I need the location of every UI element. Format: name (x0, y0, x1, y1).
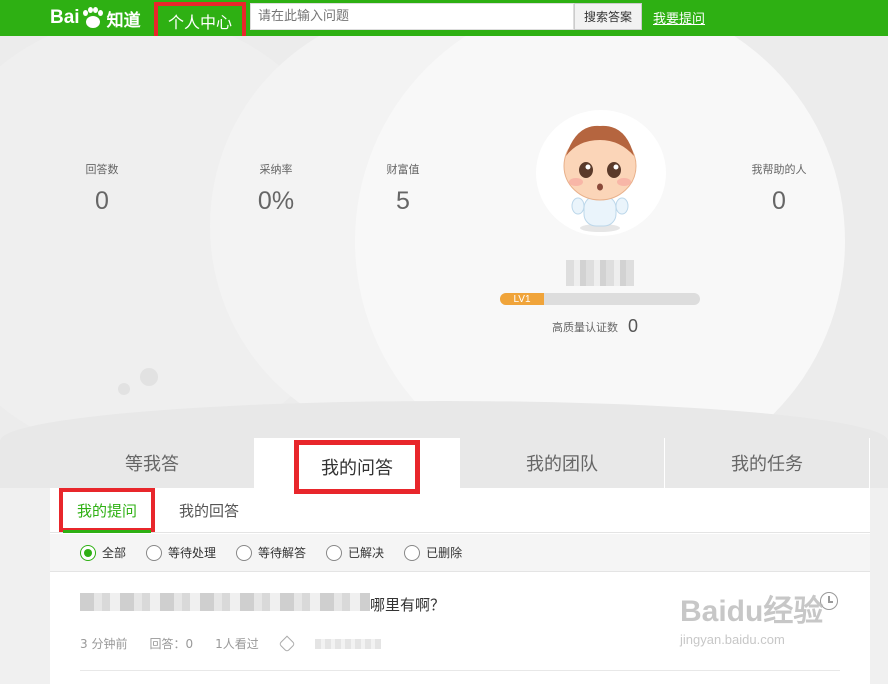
main-panel: 等我答 我的问答 我的团队 我的任务 我的提问 我的回答 全部 等待处理 等待解… (50, 438, 870, 684)
decor-dot (118, 383, 130, 395)
stat-label: 采纳率 (259, 163, 293, 176)
tab-my-team[interactable]: 我的团队 (460, 438, 665, 488)
radio-icon[interactable] (146, 544, 163, 561)
tab-waiting-for-me[interactable]: 等我答 (50, 438, 255, 488)
level-badge: LV1 (500, 293, 544, 305)
sub-tabs: 我的提问 我的回答 (50, 488, 870, 533)
tab-my-tasks[interactable]: 我的任务 (665, 438, 870, 488)
tag-blurred (314, 638, 381, 649)
filter-label: 等待处理 (168, 546, 217, 560)
stat-value: 0% (257, 187, 295, 215)
stat-value: 0 (95, 187, 109, 215)
decor-dot (140, 368, 158, 386)
question-title-blurred[interactable] (80, 593, 370, 611)
stat-value: 5 (396, 187, 410, 215)
logo-product-text: 知道 (106, 10, 141, 30)
profile-banner: 回答数 0 采纳率 0% 财富值 5 我帮助的人 0 LV1 高质量认证数 0 (0, 36, 888, 488)
filter-solved[interactable]: 已解决 (326, 544, 384, 561)
filter-label: 等待解答 (258, 546, 307, 560)
tab-label: 我的团队 (526, 454, 598, 475)
radio-icon[interactable] (404, 544, 421, 561)
logo-bai-text: Bai (50, 7, 80, 28)
stat-answers: 回答数 0 (62, 161, 142, 216)
top-bar: Bai 知道 个人中心 搜索答案 我要提问 (0, 0, 888, 40)
question-time: 3 分钟前 (80, 637, 128, 651)
radio-checked-icon[interactable] (80, 544, 96, 561)
subtab-my-questions[interactable]: 我的提问 (59, 488, 156, 533)
watermark-url: jingyan.baidu.com (680, 632, 785, 647)
cert-value: 0 (628, 316, 639, 336)
tab-label: 我的任务 (731, 454, 803, 475)
watermark-main: Baidu经验 (680, 595, 824, 628)
filter-label: 已删除 (426, 546, 463, 560)
tab-label: 我的问答 (294, 440, 420, 494)
cert-label: 高质量认证数 (552, 320, 618, 334)
paw-icon (82, 7, 104, 29)
stat-value: 0 (772, 187, 786, 215)
username-blurred (566, 260, 634, 286)
level-progress-bar: LV1 (500, 293, 700, 305)
stat-wealth: 财富值 5 (363, 161, 443, 216)
baidu-zhidao-logo[interactable]: Bai 知道 (50, 3, 141, 33)
search-button[interactable]: 搜索答案 (574, 3, 642, 30)
nav-personal-center[interactable]: 个人中心 (154, 2, 246, 40)
radio-icon[interactable] (236, 544, 253, 561)
question-answers: 回答：0 (149, 637, 194, 651)
status-filters: 全部 等待处理 等待解答 已解决 已删除 (50, 534, 870, 572)
question-meta: 3 分钟前 回答：0 1人看过 (80, 635, 403, 652)
tab-label: 等我答 (125, 454, 179, 475)
search-input[interactable] (250, 3, 574, 30)
stat-helped-people: 我帮助的人 0 (739, 161, 819, 216)
watermark: Baidu经验 jingyan.baidu.com (680, 586, 840, 647)
radio-icon[interactable] (326, 544, 343, 561)
avatar[interactable] (536, 110, 666, 236)
filter-pending[interactable]: 等待处理 (146, 544, 216, 561)
stat-label: 回答数 (85, 163, 119, 176)
tab-my-qa[interactable]: 我的问答 (255, 438, 460, 494)
stat-adoption-rate: 采纳率 0% (236, 161, 316, 216)
baby-avatar-icon (563, 125, 637, 232)
filter-all[interactable]: 全部 (80, 544, 126, 561)
tag-icon (278, 635, 296, 652)
filter-label: 已解决 (348, 546, 385, 560)
filter-awaiting-answer[interactable]: 等待解答 (236, 544, 306, 561)
subtab-my-answers[interactable]: 我的回答 (165, 488, 253, 533)
filter-deleted[interactable]: 已删除 (404, 544, 462, 561)
stat-label: 财富值 (386, 163, 420, 176)
question-title[interactable]: 哪里有啊？ (370, 594, 445, 615)
question-views: 1人看过 (215, 637, 259, 651)
filter-label: 全部 (102, 546, 127, 560)
stat-label: 我帮助的人 (751, 163, 807, 176)
quality-certification: 高质量认证数 0 (552, 316, 638, 337)
ask-question-link[interactable]: 我要提问 (653, 8, 705, 27)
main-tabs: 等我答 我的问答 我的团队 我的任务 (50, 438, 870, 494)
divider (80, 670, 840, 671)
